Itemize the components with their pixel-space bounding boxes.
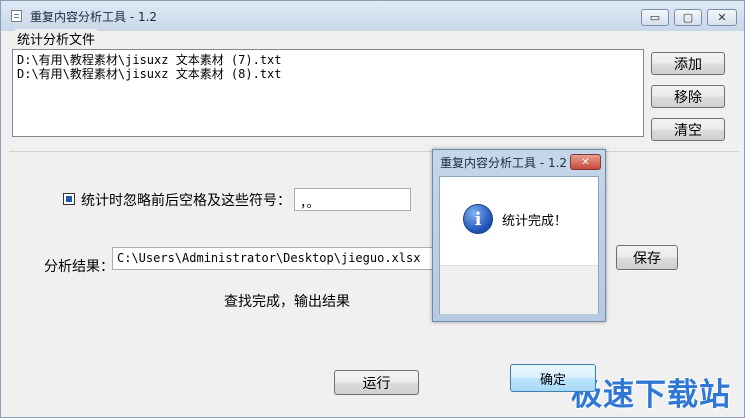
- ignore-symbols-checkbox[interactable]: [63, 193, 75, 205]
- app-icon: [11, 10, 22, 22]
- window-title: 重复内容分析工具 - 1.2: [30, 10, 158, 24]
- save-button[interactable]: 保存: [616, 245, 678, 270]
- completion-dialog: 重复内容分析工具 - 1.2 ✕ i 统计完成！ 确定: [432, 149, 606, 392]
- title-bar[interactable]: 重复内容分析工具 - 1.2 ▭ ▢ ✕: [1, 1, 744, 31]
- clear-button[interactable]: 清空: [651, 118, 725, 141]
- minimize-icon: ▭: [649, 11, 661, 24]
- close-button[interactable]: ✕: [707, 9, 737, 26]
- file-list-item[interactable]: D:\有用\教程素材\jisuxz 文本素材 (7).txt: [17, 53, 639, 67]
- file-list-item[interactable]: D:\有用\教程素材\jisuxz 文本素材 (8).txt: [17, 67, 639, 81]
- ok-button[interactable]: 确定: [510, 364, 596, 392]
- dialog-footer: 确定: [440, 265, 598, 392]
- add-button[interactable]: 添加: [651, 52, 725, 75]
- dialog-message: 统计完成！: [502, 214, 568, 229]
- maximize-button[interactable]: ▢: [674, 9, 702, 26]
- info-icon: i: [463, 204, 493, 234]
- main-window: 重复内容分析工具 - 1.2 ▭ ▢ ✕ 统计分析文件 D:\有用\教程素材\j…: [0, 0, 745, 418]
- ignore-symbols-label[interactable]: 统计时忽略前后空格及这些符号：: [81, 190, 291, 210]
- minimize-button[interactable]: ▭: [641, 9, 669, 26]
- result-path-input[interactable]: C:\Users\Administrator\Desktop\jieguo.xl…: [112, 247, 442, 270]
- close-icon: ✕: [717, 11, 727, 24]
- result-label: 分析结果：: [44, 259, 114, 275]
- symbols-input[interactable]: ，。: [294, 188, 411, 211]
- dialog-title: 重复内容分析工具 - 1.2: [440, 156, 568, 170]
- dialog-close-button[interactable]: ✕: [570, 154, 601, 170]
- run-button[interactable]: 运行: [334, 370, 419, 395]
- files-group-label: 统计分析文件: [15, 29, 98, 48]
- close-icon: ✕: [581, 156, 590, 168]
- file-list[interactable]: D:\有用\教程素材\jisuxz 文本素材 (7).txt D:\有用\教程素…: [12, 49, 644, 137]
- dialog-body: i 统计完成！ 确定: [439, 176, 599, 392]
- divider: [9, 151, 739, 152]
- maximize-icon: ▢: [682, 11, 694, 24]
- remove-button[interactable]: 移除: [651, 85, 725, 108]
- status-text: 查找完成，输出结果: [224, 294, 350, 310]
